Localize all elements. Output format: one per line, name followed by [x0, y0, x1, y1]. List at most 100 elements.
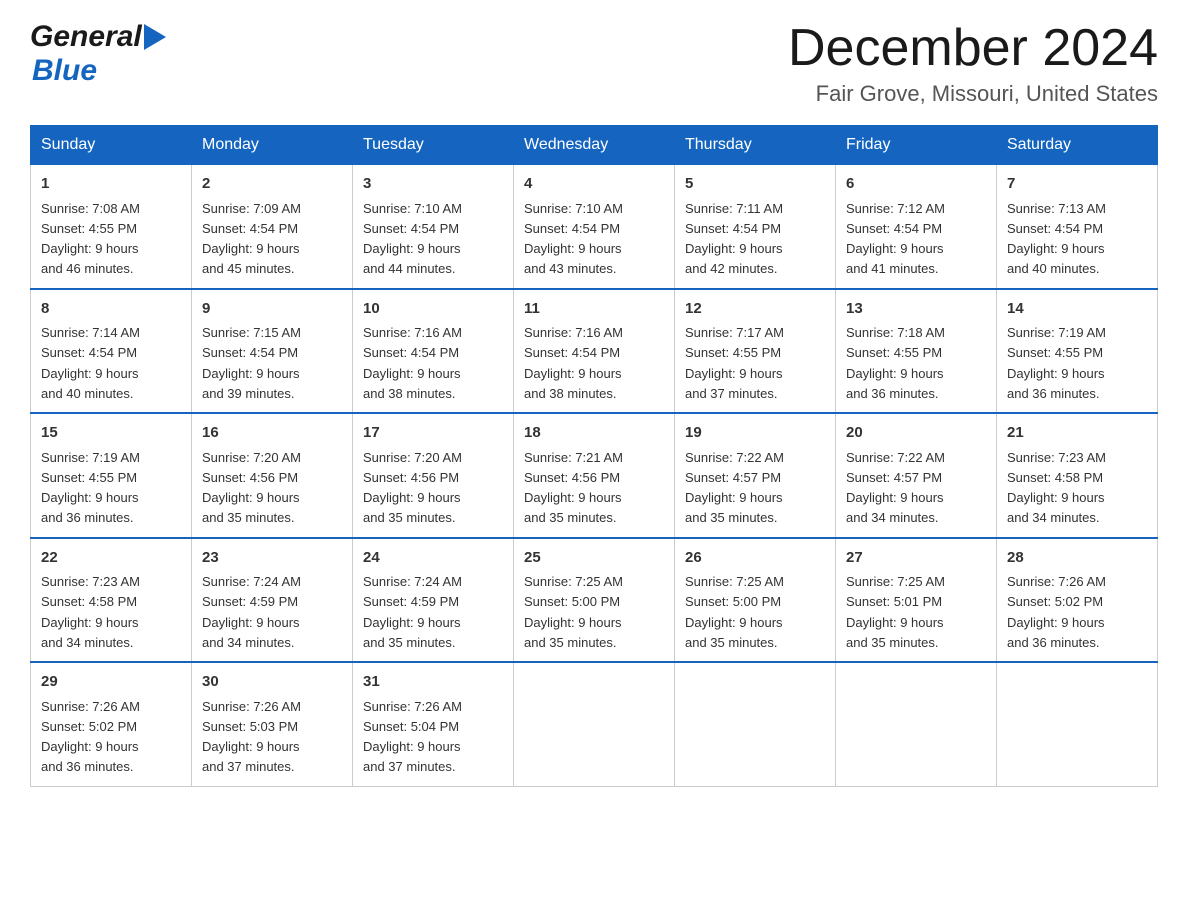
table-row: 27 Sunrise: 7:25 AM Sunset: 5:01 PM Dayl… — [836, 538, 997, 663]
day-info: Sunrise: 7:16 AM Sunset: 4:54 PM Dayligh… — [524, 325, 623, 401]
day-number: 11 — [524, 298, 664, 321]
table-row: 21 Sunrise: 7:23 AM Sunset: 4:58 PM Dayl… — [997, 413, 1158, 538]
day-number: 22 — [41, 547, 181, 570]
table-row: 16 Sunrise: 7:20 AM Sunset: 4:56 PM Dayl… — [192, 413, 353, 538]
day-number: 16 — [202, 422, 342, 445]
day-info: Sunrise: 7:13 AM Sunset: 4:54 PM Dayligh… — [1007, 201, 1106, 277]
day-number: 1 — [41, 173, 181, 196]
day-info: Sunrise: 7:26 AM Sunset: 5:02 PM Dayligh… — [41, 699, 140, 775]
table-row: 26 Sunrise: 7:25 AM Sunset: 5:00 PM Dayl… — [675, 538, 836, 663]
table-row: 7 Sunrise: 7:13 AM Sunset: 4:54 PM Dayli… — [997, 165, 1158, 289]
table-row: 31 Sunrise: 7:26 AM Sunset: 5:04 PM Dayl… — [353, 662, 514, 786]
table-row: 19 Sunrise: 7:22 AM Sunset: 4:57 PM Dayl… — [675, 413, 836, 538]
calendar-subtitle: Fair Grove, Missouri, United States — [788, 81, 1158, 107]
day-info: Sunrise: 7:25 AM Sunset: 5:01 PM Dayligh… — [846, 574, 945, 650]
day-info: Sunrise: 7:10 AM Sunset: 4:54 PM Dayligh… — [524, 201, 623, 277]
day-number: 25 — [524, 547, 664, 570]
day-number: 29 — [41, 671, 181, 694]
table-row: 15 Sunrise: 7:19 AM Sunset: 4:55 PM Dayl… — [31, 413, 192, 538]
table-row: 29 Sunrise: 7:26 AM Sunset: 5:02 PM Dayl… — [31, 662, 192, 786]
week-row-1: 1 Sunrise: 7:08 AM Sunset: 4:55 PM Dayli… — [31, 165, 1158, 289]
day-number: 15 — [41, 422, 181, 445]
day-info: Sunrise: 7:17 AM Sunset: 4:55 PM Dayligh… — [685, 325, 784, 401]
table-row — [836, 662, 997, 786]
table-row: 14 Sunrise: 7:19 AM Sunset: 4:55 PM Dayl… — [997, 289, 1158, 414]
day-number: 5 — [685, 173, 825, 196]
table-row: 17 Sunrise: 7:20 AM Sunset: 4:56 PM Dayl… — [353, 413, 514, 538]
day-info: Sunrise: 7:19 AM Sunset: 4:55 PM Dayligh… — [41, 450, 140, 526]
calendar-title: December 2024 — [788, 20, 1158, 77]
day-number: 8 — [41, 298, 181, 321]
table-row: 30 Sunrise: 7:26 AM Sunset: 5:03 PM Dayl… — [192, 662, 353, 786]
logo-arrow-icon — [144, 24, 166, 50]
weekday-header-row: Sunday Monday Tuesday Wednesday Thursday… — [31, 126, 1158, 165]
table-row: 2 Sunrise: 7:09 AM Sunset: 4:54 PM Dayli… — [192, 165, 353, 289]
day-info: Sunrise: 7:25 AM Sunset: 5:00 PM Dayligh… — [685, 574, 784, 650]
week-row-2: 8 Sunrise: 7:14 AM Sunset: 4:54 PM Dayli… — [31, 289, 1158, 414]
day-number: 23 — [202, 547, 342, 570]
table-row: 6 Sunrise: 7:12 AM Sunset: 4:54 PM Dayli… — [836, 165, 997, 289]
table-row: 1 Sunrise: 7:08 AM Sunset: 4:55 PM Dayli… — [31, 165, 192, 289]
day-info: Sunrise: 7:19 AM Sunset: 4:55 PM Dayligh… — [1007, 325, 1106, 401]
table-row: 20 Sunrise: 7:22 AM Sunset: 4:57 PM Dayl… — [836, 413, 997, 538]
day-info: Sunrise: 7:11 AM Sunset: 4:54 PM Dayligh… — [685, 201, 783, 277]
day-number: 2 — [202, 173, 342, 196]
day-info: Sunrise: 7:08 AM Sunset: 4:55 PM Dayligh… — [41, 201, 140, 277]
calendar-table: Sunday Monday Tuesday Wednesday Thursday… — [30, 125, 1158, 787]
day-number: 7 — [1007, 173, 1147, 196]
week-row-4: 22 Sunrise: 7:23 AM Sunset: 4:58 PM Dayl… — [31, 538, 1158, 663]
table-row: 11 Sunrise: 7:16 AM Sunset: 4:54 PM Dayl… — [514, 289, 675, 414]
table-row — [997, 662, 1158, 786]
table-row: 23 Sunrise: 7:24 AM Sunset: 4:59 PM Dayl… — [192, 538, 353, 663]
day-number: 10 — [363, 298, 503, 321]
day-info: Sunrise: 7:21 AM Sunset: 4:56 PM Dayligh… — [524, 450, 623, 526]
day-number: 17 — [363, 422, 503, 445]
day-number: 31 — [363, 671, 503, 694]
calendar-title-block: December 2024 Fair Grove, Missouri, Unit… — [788, 20, 1158, 107]
table-row: 3 Sunrise: 7:10 AM Sunset: 4:54 PM Dayli… — [353, 165, 514, 289]
day-info: Sunrise: 7:22 AM Sunset: 4:57 PM Dayligh… — [846, 450, 945, 526]
day-info: Sunrise: 7:26 AM Sunset: 5:03 PM Dayligh… — [202, 699, 301, 775]
day-number: 19 — [685, 422, 825, 445]
day-info: Sunrise: 7:20 AM Sunset: 4:56 PM Dayligh… — [363, 450, 462, 526]
header-monday: Monday — [192, 126, 353, 165]
day-number: 30 — [202, 671, 342, 694]
day-info: Sunrise: 7:14 AM Sunset: 4:54 PM Dayligh… — [41, 325, 140, 401]
day-number: 9 — [202, 298, 342, 321]
day-info: Sunrise: 7:20 AM Sunset: 4:56 PM Dayligh… — [202, 450, 301, 526]
day-info: Sunrise: 7:18 AM Sunset: 4:55 PM Dayligh… — [846, 325, 945, 401]
logo-blue-text: Blue — [32, 54, 97, 87]
day-number: 3 — [363, 173, 503, 196]
day-number: 13 — [846, 298, 986, 321]
table-row: 28 Sunrise: 7:26 AM Sunset: 5:02 PM Dayl… — [997, 538, 1158, 663]
table-row: 18 Sunrise: 7:21 AM Sunset: 4:56 PM Dayl… — [514, 413, 675, 538]
table-row: 10 Sunrise: 7:16 AM Sunset: 4:54 PM Dayl… — [353, 289, 514, 414]
day-number: 4 — [524, 173, 664, 196]
page-header: General Blue December 2024 Fair Grove, M… — [30, 20, 1158, 107]
table-row: 25 Sunrise: 7:25 AM Sunset: 5:00 PM Dayl… — [514, 538, 675, 663]
logo: General Blue — [30, 20, 166, 88]
table-row: 9 Sunrise: 7:15 AM Sunset: 4:54 PM Dayli… — [192, 289, 353, 414]
logo-general-text: General — [30, 20, 142, 54]
table-row: 8 Sunrise: 7:14 AM Sunset: 4:54 PM Dayli… — [31, 289, 192, 414]
day-number: 20 — [846, 422, 986, 445]
day-number: 21 — [1007, 422, 1147, 445]
day-info: Sunrise: 7:23 AM Sunset: 4:58 PM Dayligh… — [1007, 450, 1106, 526]
table-row: 22 Sunrise: 7:23 AM Sunset: 4:58 PM Dayl… — [31, 538, 192, 663]
table-row — [675, 662, 836, 786]
header-saturday: Saturday — [997, 126, 1158, 165]
header-thursday: Thursday — [675, 126, 836, 165]
day-info: Sunrise: 7:09 AM Sunset: 4:54 PM Dayligh… — [202, 201, 301, 277]
day-info: Sunrise: 7:16 AM Sunset: 4:54 PM Dayligh… — [363, 325, 462, 401]
header-friday: Friday — [836, 126, 997, 165]
day-info: Sunrise: 7:23 AM Sunset: 4:58 PM Dayligh… — [41, 574, 140, 650]
day-number: 27 — [846, 547, 986, 570]
day-info: Sunrise: 7:26 AM Sunset: 5:02 PM Dayligh… — [1007, 574, 1106, 650]
day-number: 12 — [685, 298, 825, 321]
day-info: Sunrise: 7:26 AM Sunset: 5:04 PM Dayligh… — [363, 699, 462, 775]
table-row — [514, 662, 675, 786]
day-info: Sunrise: 7:15 AM Sunset: 4:54 PM Dayligh… — [202, 325, 301, 401]
header-sunday: Sunday — [31, 126, 192, 165]
day-number: 18 — [524, 422, 664, 445]
header-tuesday: Tuesday — [353, 126, 514, 165]
